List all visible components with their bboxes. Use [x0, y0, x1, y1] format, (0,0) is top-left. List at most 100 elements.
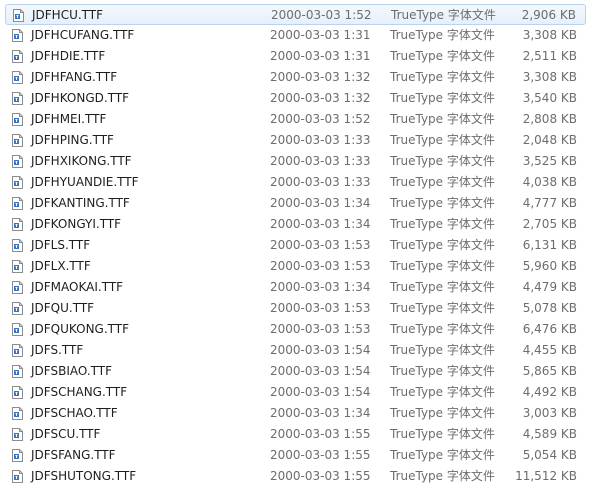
file-name: JDFHCU.TTF [32, 8, 104, 22]
file-size: 2,511 KB [522, 49, 577, 63]
file-row[interactable]: JDFLS.TTF 2000-03-03 1:53 TrueType 字体文件 … [0, 235, 593, 256]
font-file-icon [12, 302, 23, 315]
file-type: TrueType 字体文件 [390, 238, 495, 252]
file-row[interactable]: JDFMAOKAI.TTF 2000-03-03 1:34 TrueType 字… [0, 277, 593, 298]
file-name: JDFHCUFANG.TTF [31, 28, 135, 42]
file-modified-date: 2000-03-03 1:53 [270, 238, 371, 252]
file-row[interactable]: JDFKONGYI.TTF 2000-03-03 1:34 TrueType 字… [0, 214, 593, 235]
file-modified-date: 2000-03-03 1:34 [270, 217, 371, 231]
file-row[interactable]: JDFHYUANDIE.TTF 2000-03-03 1:33 TrueType… [0, 172, 593, 193]
file-modified-date: 2000-03-03 1:54 [270, 364, 371, 378]
file-name: JDFSCU.TTF [31, 427, 101, 441]
file-type: TrueType 字体文件 [390, 469, 495, 483]
file-size: 5,078 KB [522, 301, 577, 315]
file-name: JDFSCHAO.TTF [31, 406, 118, 420]
file-size: 4,038 KB [522, 175, 577, 189]
file-type: TrueType 字体文件 [390, 301, 495, 315]
font-file-icon [12, 344, 23, 357]
file-type: TrueType 字体文件 [391, 8, 496, 22]
file-row[interactable]: JDFHDIE.TTF 2000-03-03 1:31 TrueType 字体文… [0, 46, 593, 67]
file-row[interactable]: JDFQU.TTF 2000-03-03 1:53 TrueType 字体文件 … [0, 298, 593, 319]
file-row[interactable]: JDFS.TTF 2000-03-03 1:54 TrueType 字体文件 4… [0, 340, 593, 361]
file-list[interactable]: JDFHCU.TTF 2000-03-03 1:52 TrueType 字体文件… [0, 4, 593, 487]
file-name: JDFHXIKONG.TTF [31, 154, 132, 168]
file-size: 4,492 KB [522, 385, 577, 399]
font-file-icon [12, 323, 23, 336]
file-row[interactable]: JDFHCU.TTF 2000-03-03 1:52 TrueType 字体文件… [5, 4, 586, 25]
file-modified-date: 2000-03-03 1:32 [270, 70, 371, 84]
file-modified-date: 2000-03-03 1:55 [270, 469, 371, 483]
file-type: TrueType 字体文件 [390, 217, 495, 231]
file-row[interactable]: JDFQUKONG.TTF 2000-03-03 1:53 TrueType 字… [0, 319, 593, 340]
font-file-icon [12, 470, 23, 483]
file-modified-date: 2000-03-03 1:34 [270, 196, 371, 210]
file-type: TrueType 字体文件 [390, 385, 495, 399]
file-row[interactable]: JDFSCU.TTF 2000-03-03 1:55 TrueType 字体文件… [0, 424, 593, 445]
font-file-icon [12, 428, 23, 441]
font-file-icon [12, 407, 23, 420]
file-modified-date: 2000-03-03 1:55 [270, 427, 371, 441]
file-size: 3,525 KB [522, 154, 577, 168]
file-modified-date: 2000-03-03 1:54 [270, 343, 371, 357]
file-modified-date: 2000-03-03 1:53 [270, 322, 371, 336]
file-type: TrueType 字体文件 [390, 112, 495, 126]
file-type: TrueType 字体文件 [390, 49, 495, 63]
file-size: 11,512 KB [515, 469, 577, 483]
file-type: TrueType 字体文件 [390, 133, 495, 147]
file-row[interactable]: JDFSCHANG.TTF 2000-03-03 1:54 TrueType 字… [0, 382, 593, 403]
file-size: 2,906 KB [521, 8, 576, 22]
file-type: TrueType 字体文件 [390, 322, 495, 336]
file-row[interactable]: JDFSCHAO.TTF 2000-03-03 1:34 TrueType 字体… [0, 403, 593, 424]
file-modified-date: 2000-03-03 1:55 [270, 448, 371, 462]
file-row[interactable]: JDFHPING.TTF 2000-03-03 1:33 TrueType 字体… [0, 130, 593, 151]
file-row[interactable]: JDFSFANG.TTF 2000-03-03 1:55 TrueType 字体… [0, 445, 593, 466]
font-file-icon [12, 134, 23, 147]
file-type: TrueType 字体文件 [390, 406, 495, 420]
file-size: 4,479 KB [522, 280, 577, 294]
file-name: JDFKANTING.TTF [31, 196, 130, 210]
file-type: TrueType 字体文件 [390, 91, 495, 105]
file-name: JDFSBIAO.TTF [31, 364, 112, 378]
file-size: 3,003 KB [522, 406, 577, 420]
file-size: 3,308 KB [522, 28, 577, 42]
file-size: 5,865 KB [522, 364, 577, 378]
file-row[interactable]: JDFHKONGD.TTF 2000-03-03 1:32 TrueType 字… [0, 88, 593, 109]
file-modified-date: 2000-03-03 1:53 [270, 301, 371, 315]
file-size: 2,048 KB [522, 133, 577, 147]
file-size: 6,131 KB [522, 238, 577, 252]
file-name: JDFHYUANDIE.TTF [31, 175, 139, 189]
file-modified-date: 2000-03-03 1:33 [270, 133, 371, 147]
file-row[interactable]: JDFKANTING.TTF 2000-03-03 1:34 TrueType … [0, 193, 593, 214]
file-modified-date: 2000-03-03 1:32 [270, 91, 371, 105]
file-name: JDFHPING.TTF [31, 133, 114, 147]
file-type: TrueType 字体文件 [390, 448, 495, 462]
font-file-icon [12, 155, 23, 168]
file-row[interactable]: JDFHMEI.TTF 2000-03-03 1:52 TrueType 字体文… [0, 109, 593, 130]
file-name: JDFMAOKAI.TTF [31, 280, 124, 294]
file-modified-date: 2000-03-03 1:52 [270, 112, 371, 126]
file-size: 4,589 KB [522, 427, 577, 441]
file-row[interactable]: JDFHCUFANG.TTF 2000-03-03 1:31 TrueType … [0, 25, 593, 46]
file-name: JDFS.TTF [31, 343, 84, 357]
file-modified-date: 2000-03-03 1:33 [270, 175, 371, 189]
file-name: JDFLX.TTF [31, 259, 91, 273]
file-type: TrueType 字体文件 [390, 427, 495, 441]
file-name: JDFSFANG.TTF [31, 448, 116, 462]
font-file-icon [12, 449, 23, 462]
font-file-icon [13, 9, 24, 22]
file-row[interactable]: JDFSBIAO.TTF 2000-03-03 1:54 TrueType 字体… [0, 361, 593, 382]
file-type: TrueType 字体文件 [390, 196, 495, 210]
file-name: JDFQUKONG.TTF [31, 322, 130, 336]
file-modified-date: 2000-03-03 1:34 [270, 406, 371, 420]
file-row[interactable]: JDFSHUTONG.TTF 2000-03-03 1:55 TrueType … [0, 466, 593, 487]
font-file-icon [12, 365, 23, 378]
file-name: JDFSHUTONG.TTF [31, 469, 137, 483]
file-row[interactable]: JDFHXIKONG.TTF 2000-03-03 1:33 TrueType … [0, 151, 593, 172]
file-type: TrueType 字体文件 [390, 364, 495, 378]
file-size: 4,777 KB [522, 196, 577, 210]
file-name: JDFHDIE.TTF [31, 49, 106, 63]
file-row[interactable]: JDFHFANG.TTF 2000-03-03 1:32 TrueType 字体… [0, 67, 593, 88]
file-name: JDFHKONGD.TTF [31, 91, 130, 105]
file-size: 5,054 KB [522, 448, 577, 462]
file-row[interactable]: JDFLX.TTF 2000-03-03 1:53 TrueType 字体文件 … [0, 256, 593, 277]
